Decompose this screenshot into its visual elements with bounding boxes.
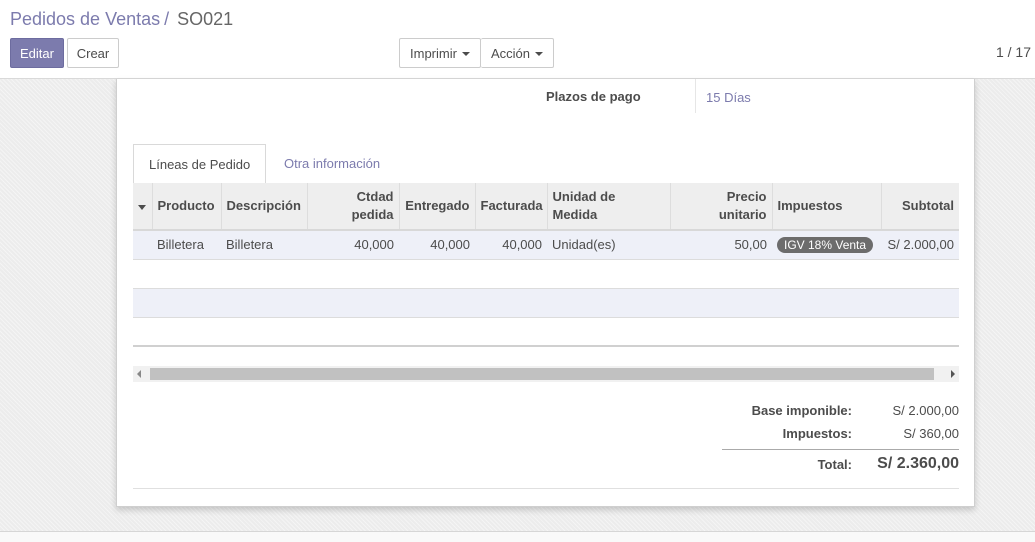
header-uom-line1: Unidad de [552, 189, 616, 204]
header-uom-line2: Medida [552, 207, 598, 222]
form-sheet: Plazos de pago 15 Días Líneas de Pedido … [116, 79, 975, 507]
section-divider [133, 488, 959, 489]
horizontal-scrollbar[interactable] [133, 366, 959, 382]
base-amount-value: S/ 2.000,00 [892, 403, 960, 418]
caret-down-icon [461, 52, 470, 56]
scrollbar-thumb[interactable] [150, 368, 934, 380]
table-row[interactable]: Billetera Billetera 40,000 40,000 40,000… [133, 230, 959, 259]
empty-row [133, 288, 959, 317]
header-taxes[interactable]: Impuestos [772, 183, 882, 231]
tax-badge: IGV 18% Venta [777, 236, 874, 253]
header-subtotal[interactable]: Subtotal [881, 183, 959, 231]
header-quantity[interactable]: Ctdad pedida [307, 183, 400, 231]
table-header-row: Producto Descripción Ctdad pedida Entrega… [133, 183, 959, 231]
header-quantity-line2: pedida [351, 207, 394, 222]
total-amount-value: S/ 2.360,00 [877, 455, 959, 472]
totals-divider [722, 449, 959, 450]
header-invoiced[interactable]: Facturada [475, 183, 548, 231]
header-unit-price[interactable]: Precio unitario [670, 183, 773, 231]
payment-terms-value[interactable]: 15 Días [706, 90, 751, 105]
tab-order-lines[interactable]: Líneas de Pedido [133, 144, 267, 184]
cell-quantity: 40,000 [354, 237, 394, 253]
cell-subtotal: S/ 2.000,00 [887, 237, 955, 253]
scroll-right-icon[interactable] [951, 370, 955, 378]
cell-product: Billetera [157, 237, 204, 253]
cell-delivered: 40,000 [430, 237, 470, 253]
create-button[interactable]: Crear [67, 38, 119, 68]
action-button-group: Imprimir Acción [399, 38, 554, 68]
header-product[interactable]: Producto [152, 183, 222, 231]
caret-down-icon [534, 52, 543, 56]
base-amount-label: Base imponible: [751, 403, 852, 418]
cell-description: Billetera [226, 237, 273, 253]
action-label: Acción [490, 45, 530, 61]
tax-amount-value: S/ 360,00 [903, 426, 959, 441]
total-amount-label: Total: [817, 457, 852, 472]
pager-counter[interactable]: 1 / 17 [996, 44, 1031, 60]
cell-unit-price: 50,00 [734, 237, 767, 253]
payment-terms-label: Plazos de pago [546, 89, 641, 104]
tab-other-info[interactable]: Otra información [269, 144, 395, 183]
cell-invoiced: 40,000 [502, 237, 542, 253]
row-handle [133, 230, 152, 259]
control-panel: Pedidos de Ventas / SO021 Editar Crear Imp… [0, 0, 1035, 79]
header-price-line1: Precio [726, 189, 767, 204]
print-label: Imprimir [410, 45, 457, 61]
breadcrumb: Pedidos de Ventas / SO021 [10, 9, 233, 30]
scroll-left-icon[interactable] [137, 370, 141, 378]
caret-down-icon [138, 205, 147, 210]
notebook-tabs: Líneas de Pedido Otra información [133, 144, 959, 184]
breadcrumb-parent-link[interactable]: Pedidos de Ventas [10, 9, 160, 29]
header-uom[interactable]: Unidad de Medida [547, 183, 671, 231]
breadcrumb-current: SO021 [177, 9, 234, 29]
sort-handle-header[interactable] [133, 183, 153, 231]
header-description[interactable]: Descripción [221, 183, 308, 231]
action-dropdown-button[interactable]: Acción [480, 38, 554, 68]
table-footer-row [133, 317, 959, 346]
tax-amount-row: Impuestos: S/ 360,00 [722, 426, 959, 448]
header-price-line2: unitario [718, 207, 767, 222]
breadcrumb-separator: / [164, 9, 170, 29]
header-quantity-line1: Ctdad [356, 189, 394, 204]
empty-row [133, 259, 959, 288]
total-amount-row: Total: S/ 2.360,00 [722, 455, 959, 479]
tax-amount-label: Impuestos: [782, 426, 852, 441]
print-dropdown-button[interactable]: Imprimir [399, 38, 481, 68]
cell-uom: Unidad(es) [552, 237, 616, 253]
edit-button[interactable]: Editar [10, 38, 64, 68]
header-delivered[interactable]: Entregado [399, 183, 476, 231]
order-lines-table: Producto Descripción Ctdad pedida Entrega… [133, 183, 959, 347]
base-amount-row: Base imponible: S/ 2.000,00 [722, 403, 959, 425]
field-divider [695, 79, 696, 113]
cell-taxes: IGV 18% Venta [772, 230, 881, 259]
